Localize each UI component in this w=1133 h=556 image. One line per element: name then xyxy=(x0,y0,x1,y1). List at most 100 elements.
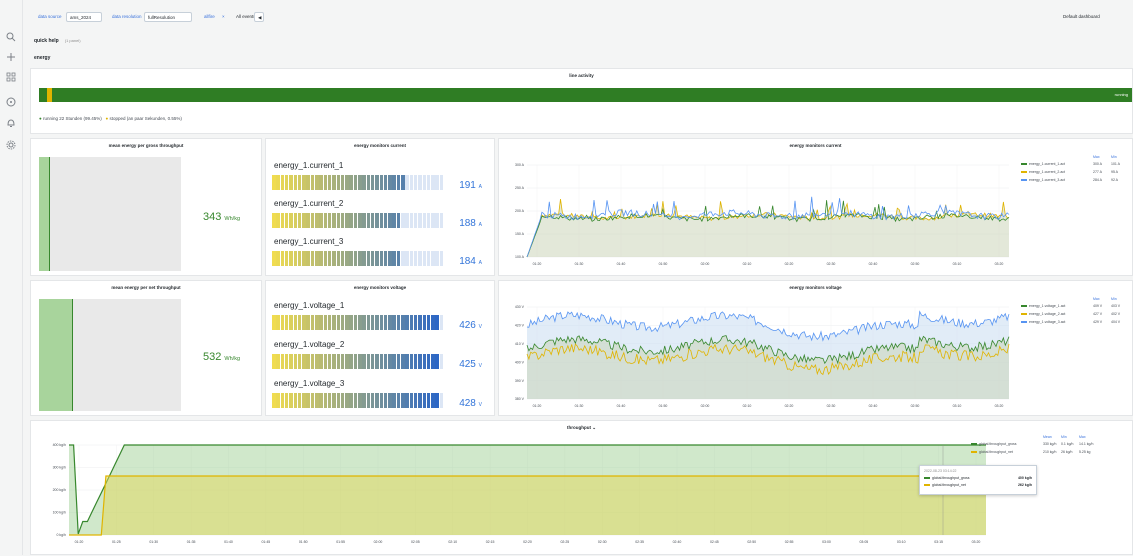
legend-item[interactable]: global.throughput_gross 330 kg/h 0.1 kg/h 1… xyxy=(971,442,1131,448)
legend-series-name: global.throughput_net xyxy=(979,450,1013,454)
legend-value: 284 A xyxy=(1093,178,1102,182)
gauge-current-3-unit: A xyxy=(478,260,482,266)
legend-header[interactable]: Max xyxy=(1093,297,1100,301)
x-tick-label: 02:40 xyxy=(869,404,878,408)
gauge-segment xyxy=(327,251,332,266)
gauge-segment xyxy=(405,175,409,190)
gauge-segment xyxy=(276,175,280,190)
legend-item[interactable]: energy_1.voltage_1.act 409 V 403 V xyxy=(1021,304,1133,310)
default-dashboard-link[interactable]: Default dashboard xyxy=(1063,14,1133,19)
legend-header[interactable]: Mean xyxy=(1043,435,1052,439)
gauge-segment xyxy=(276,354,280,369)
chart-current-plot[interactable]: 300 A 250 A 200 A 150 A 100 A 01:20 01:30 01:40… xyxy=(499,151,1019,276)
gauge-segment xyxy=(310,315,315,330)
line-activity-bar[interactable]: running xyxy=(39,88,1132,102)
legend-header[interactable]: Min xyxy=(1111,297,1117,301)
datasource-select[interactable]: ams_2024 xyxy=(66,12,102,22)
x-tick-label: 02:20 xyxy=(785,404,794,408)
x-tick-label: 03:10 xyxy=(953,404,962,408)
x-tick-label: 01:20 xyxy=(533,404,542,408)
gauge-segment xyxy=(340,175,345,190)
resolution-label: data resolution xyxy=(112,14,142,19)
chart-throughput-title-text: throughput xyxy=(566,425,591,430)
legend-item[interactable]: global.throughput_net 210 kg/h 26 kg/h 5.25… xyxy=(971,450,1131,456)
gauge-segment xyxy=(306,251,310,266)
grid-icon[interactable] xyxy=(5,72,17,84)
row-energy[interactable]: energy xyxy=(34,55,50,61)
plus-icon[interactable] xyxy=(5,52,17,64)
gauge-segment xyxy=(272,175,276,190)
x-tick-label: 01:30 xyxy=(575,262,584,266)
chart-throughput-plot[interactable]: 400 kg/h 300 kg/h 200 kg/h 100 kg/h 0 kg/h 01… xyxy=(31,431,991,556)
gauge-segment xyxy=(426,251,431,266)
gauge-segment xyxy=(431,213,435,228)
legend-item[interactable]: energy_1.current_2.act 277 A 95 A xyxy=(1021,170,1133,176)
chart-voltage-plot[interactable]: 430 V 420 V 410 V 400 V 390 V 380 V 01:20 01:30… xyxy=(499,293,1019,417)
gauge-segment xyxy=(310,393,315,408)
gauge-segment xyxy=(289,354,293,369)
legend-stopped[interactable]: stopped (an paar Sekunden, 0.55%) xyxy=(110,116,182,121)
legend-value: 427 V xyxy=(1093,312,1103,316)
mode-toggle[interactable]: × xyxy=(222,14,225,19)
legend-item[interactable]: energy_1.voltage_3.act 429 V 404 V xyxy=(1021,320,1133,326)
tooltip-row-gross: global.throughput_gross xyxy=(924,476,970,480)
gauge-segment xyxy=(431,251,435,266)
search-icon[interactable] xyxy=(5,32,17,44)
gauge-segment xyxy=(293,354,298,369)
x-tick-label: 02:30 xyxy=(598,540,607,544)
gauge-segment xyxy=(383,175,388,190)
gauge-segment xyxy=(358,354,362,369)
gauge-segment xyxy=(439,213,444,228)
x-tick-label: 01:40 xyxy=(617,404,626,408)
gauge-segment xyxy=(435,393,439,408)
gauge-segment xyxy=(280,393,285,408)
resolution-select[interactable]: fullResolution xyxy=(144,12,192,22)
gauge-segment xyxy=(405,354,409,369)
gauge-segment xyxy=(284,175,289,190)
gauge-voltage-1-bar xyxy=(272,315,444,330)
stat-net-value: 532 Wh/kg xyxy=(203,351,240,363)
gauge-segment xyxy=(418,251,422,266)
gauge-segment xyxy=(388,251,392,266)
legend-value: 0.1 kg/h xyxy=(1061,442,1074,446)
gauge-segment xyxy=(315,175,319,190)
gauge-segment xyxy=(336,315,341,330)
gauge-segment xyxy=(340,213,345,228)
legend-header[interactable]: Min xyxy=(1111,155,1117,159)
events-toggle[interactable]: ◀ xyxy=(254,12,264,22)
gauge-segment xyxy=(375,393,379,408)
gauge-segment xyxy=(379,251,384,266)
compass-icon[interactable] xyxy=(5,97,17,109)
gauge-segment xyxy=(396,175,401,190)
legend-header[interactable]: Max xyxy=(1079,435,1086,439)
gauge-segment xyxy=(319,354,323,369)
gauge-segment xyxy=(392,393,396,408)
legend-header[interactable]: Min xyxy=(1061,435,1067,439)
legend-header[interactable]: Max xyxy=(1093,155,1100,159)
x-tick-label: 02:45 xyxy=(710,540,719,544)
legend-item[interactable]: energy_1.current_3.act 284 A 92 A xyxy=(1021,178,1133,184)
x-tick-label: 01:30 xyxy=(575,404,584,408)
stat-gross-bar-fill xyxy=(39,157,50,271)
legend-running[interactable]: running 22 Stunden (99.45%) xyxy=(43,116,102,121)
legend-item[interactable]: energy_1.current_1.act 300 A 101 A xyxy=(1021,162,1133,168)
legend-series-name: energy_1.current_3.act xyxy=(1029,178,1065,182)
gauge-segment xyxy=(310,213,315,228)
legend-series-name: global.throughput_gross xyxy=(979,442,1017,446)
gauge-segment xyxy=(289,393,293,408)
gear-icon[interactable] xyxy=(5,140,17,152)
gauge-segment xyxy=(340,315,345,330)
bell-icon[interactable] xyxy=(5,118,17,130)
tooltip-row-net: global.throughput_net xyxy=(924,483,966,487)
gauge-segment xyxy=(332,315,336,330)
gauge-segment xyxy=(409,175,414,190)
legend-series-name: energy_1.voltage_2.act xyxy=(1029,312,1066,316)
gauge-segment xyxy=(280,354,285,369)
legend-item[interactable]: energy_1.voltage_2.act 427 V 402 V xyxy=(1021,312,1133,318)
x-tick-label: 02:40 xyxy=(673,540,682,544)
gauge-segment xyxy=(293,213,298,228)
row-quick-help[interactable]: quick help (1 panel) xyxy=(34,38,81,44)
gauge-segment xyxy=(431,393,435,408)
mode-select[interactable]: allfire xyxy=(204,14,215,19)
gauge-segment xyxy=(422,315,427,330)
